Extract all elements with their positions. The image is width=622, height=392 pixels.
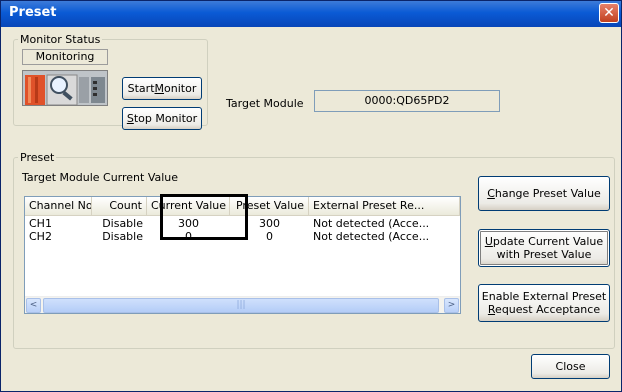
enable-label-line1: Enable External Preset bbox=[481, 290, 607, 303]
window-title: Preset bbox=[9, 5, 57, 20]
cell-count: Disable bbox=[102, 230, 143, 243]
scroll-right-icon[interactable]: > bbox=[444, 298, 459, 313]
title-bar: Preset ✕ bbox=[1, 1, 621, 27]
cell-external-preset: Not detected (Acce... bbox=[313, 230, 430, 243]
cell-preset-value: 0 bbox=[266, 230, 273, 243]
preset-legend: Preset bbox=[20, 151, 55, 164]
enable-external-preset-button[interactable]: Enable External Preset Request Acceptanc… bbox=[478, 284, 610, 322]
start-monitor-label-pre: Start bbox=[127, 82, 155, 95]
stop-monitor-label-accel: S bbox=[126, 112, 134, 125]
monitoring-animation-icon bbox=[22, 70, 108, 106]
dialog-client-area: Monitor Status Monitoring Start M onitor… bbox=[1, 27, 621, 391]
cell-external-preset: Not detected (Acce... bbox=[313, 217, 430, 230]
horizontal-scrollbar[interactable]: < ||| > bbox=[25, 296, 460, 313]
change-label-accel: C bbox=[487, 187, 495, 200]
change-preset-value-button[interactable]: Change Preset Value bbox=[478, 176, 610, 211]
scroll-thumb[interactable]: ||| bbox=[43, 298, 439, 313]
target-module-field: 0000:QD65PD2 bbox=[314, 90, 500, 112]
update-label-accel: U bbox=[484, 235, 493, 248]
list-caption: Target Module Current Value bbox=[22, 171, 179, 184]
update-label-line2: with Preset Value bbox=[496, 248, 592, 261]
target-module-label: Target Module bbox=[226, 97, 304, 110]
column-header-current-value[interactable]: Current Value bbox=[147, 197, 230, 215]
table-row[interactable]: CH1 Disable 300 300 Not detected (Acce..… bbox=[25, 217, 460, 231]
cell-channel: CH1 bbox=[29, 217, 52, 230]
cell-current-value: 300 bbox=[178, 217, 199, 230]
stop-monitor-label-post: top Monitor bbox=[133, 112, 198, 125]
update-label-post: pdate Current Value bbox=[492, 235, 604, 248]
column-header-preset-value[interactable]: Preset Value bbox=[230, 197, 309, 215]
scroll-left-icon[interactable]: < bbox=[26, 298, 41, 313]
cell-current-value: 0 bbox=[185, 230, 192, 243]
enable-label-post: equest Acceptance bbox=[495, 303, 601, 316]
list-header: Channel No. Count Current Value Preset V… bbox=[25, 197, 460, 216]
cell-preset-value: 300 bbox=[259, 217, 280, 230]
cell-count: Disable bbox=[102, 217, 143, 230]
preset-dialog: Preset ✕ Monitor Status Monitoring Start… bbox=[0, 0, 622, 392]
column-header-channel[interactable]: Channel No. bbox=[25, 197, 92, 215]
monitoring-state-badge: Monitoring bbox=[22, 49, 108, 65]
start-monitor-label-post: onitor bbox=[164, 82, 197, 95]
start-monitor-label-accel: M bbox=[154, 82, 165, 95]
start-monitor-button[interactable]: Start Monitor bbox=[122, 77, 202, 100]
column-header-external-preset[interactable]: External Preset Re... bbox=[309, 197, 460, 215]
enable-label-accel: R bbox=[487, 303, 496, 316]
column-header-count[interactable]: Count bbox=[92, 197, 147, 215]
change-label-post: hange Preset Value bbox=[494, 187, 601, 200]
cell-channel: CH2 bbox=[29, 230, 52, 243]
update-current-value-button[interactable]: Update Current Value with Preset Value bbox=[478, 229, 610, 267]
close-button[interactable]: Close bbox=[531, 354, 610, 379]
close-window-icon[interactable]: ✕ bbox=[599, 3, 619, 23]
table-row[interactable]: CH2 Disable 0 0 Not detected (Acce... bbox=[25, 230, 460, 244]
monitor-status-legend: Monitor Status bbox=[20, 33, 101, 46]
stop-monitor-button[interactable]: Stop Monitor bbox=[122, 107, 202, 130]
current-value-list[interactable]: Channel No. Count Current Value Preset V… bbox=[24, 196, 461, 314]
